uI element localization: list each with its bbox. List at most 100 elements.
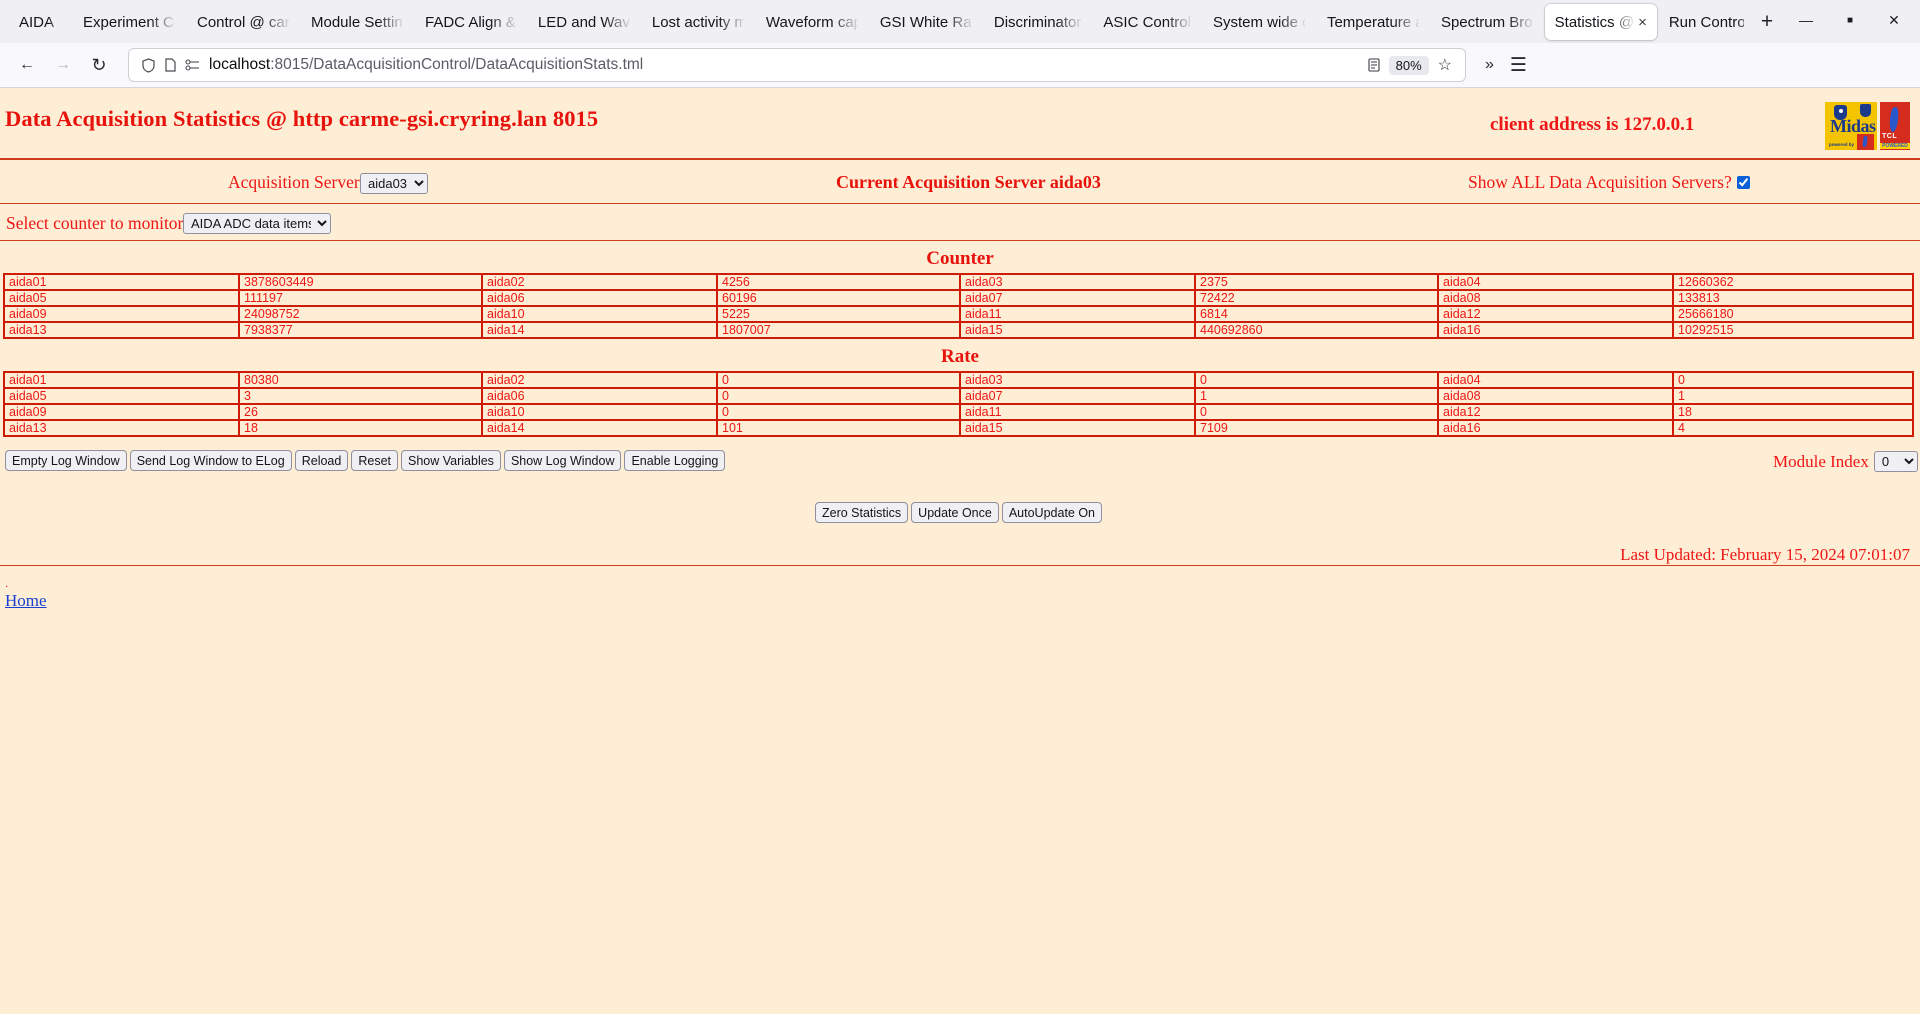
browser-tab[interactable]: ASIC Control xyxy=(1093,4,1201,40)
counter-value-cell: 0 xyxy=(716,371,961,389)
bookmark-star-icon[interactable]: ☆ xyxy=(1433,55,1457,75)
browser-tab[interactable]: System wide c xyxy=(1203,4,1315,40)
tab-label: FADC Align & xyxy=(425,13,516,31)
counter-name-cell: aida16 xyxy=(1437,419,1674,437)
browser-tab[interactable]: Lost activity m xyxy=(642,4,754,40)
browser-tab[interactable]: FADC Align & xyxy=(415,4,526,40)
button-send-log-window-to-elog[interactable]: Send Log Window to ELog xyxy=(129,450,292,471)
counter-name-cell: aida10 xyxy=(481,403,718,421)
forward-button[interactable]: → xyxy=(45,48,81,82)
browser-tab[interactable]: Discriminator xyxy=(984,4,1092,40)
browser-tab[interactable]: Control @ carm xyxy=(187,4,299,40)
button-update-once[interactable]: Update Once xyxy=(911,502,999,523)
button-enable-logging[interactable]: Enable Logging xyxy=(624,450,726,471)
counter-select[interactable]: AIDA ADC data items xyxy=(183,213,331,234)
browser-tab[interactable]: AIDA xyxy=(1,4,71,40)
counter-value-cell: 5225 xyxy=(716,305,961,323)
counter-table: aida01 3878603449 aida02 4256 aida03 2375 aida… xyxy=(3,273,1914,339)
maximize-button[interactable]: ■ xyxy=(1828,1,1872,39)
table-row: aida05 111197 aida06 60196 aida07 72422 aida08… xyxy=(3,289,1914,307)
show-all-servers-checkbox[interactable] xyxy=(1736,176,1750,189)
app-menu-button[interactable]: ☰ xyxy=(1504,54,1537,77)
tab-close-icon[interactable]: × xyxy=(1638,15,1647,30)
tcl-feather-icon xyxy=(1888,106,1900,133)
counter-name-cell: aida04 xyxy=(1437,273,1674,291)
log-buttons-group: Empty Log Window Send Log Window to ELog R… xyxy=(5,450,728,471)
back-button[interactable]: ← xyxy=(9,48,45,82)
tab-label: Lost activity m xyxy=(651,13,744,31)
browser-tab[interactable]: LED and Wave xyxy=(528,4,640,40)
browser-tab[interactable]: Spectrum Bro xyxy=(1431,4,1543,40)
counter-name-cell: aida14 xyxy=(481,321,718,339)
home-link[interactable]: Home xyxy=(5,591,47,610)
current-server-label: Current Acquisition Server aida03 xyxy=(836,172,1101,192)
action-buttons-group: Zero Statistics Update Once AutoUpdate On xyxy=(0,502,1920,523)
reader-view-icon[interactable] xyxy=(1363,58,1385,72)
page-info-icon[interactable] xyxy=(159,58,181,72)
tab-label: GSI White Rab xyxy=(879,13,972,31)
home-link-wrap: Home xyxy=(0,591,1920,611)
counter-name-cell: aida11 xyxy=(959,305,1196,323)
tab-label: AIDA xyxy=(19,13,55,31)
counter-value-cell: 7938377 xyxy=(238,321,483,339)
counter-name-cell: aida10 xyxy=(481,305,718,323)
tab-label: Control @ carm xyxy=(197,13,289,31)
browser-tab[interactable]: Temperature a xyxy=(1317,4,1429,40)
midas-logo: Midas powered by xyxy=(1825,102,1877,150)
browser-tab[interactable]: Module Setting xyxy=(301,4,413,40)
close-window-button[interactable]: ✕ xyxy=(1872,1,1916,39)
address-bar[interactable]: localhost:8015/DataAcquisitionControl/Da… xyxy=(128,48,1466,82)
button-reload[interactable]: Reload xyxy=(294,450,349,471)
acquisition-servers-select[interactable]: aida01aida02aida03aida04 xyxy=(360,173,428,194)
tab-label: System wide c xyxy=(1212,13,1305,31)
module-index-group: Module Index 0123 xyxy=(1773,451,1918,472)
counter-divider xyxy=(0,240,1920,241)
new-tab-button[interactable]: + xyxy=(1750,5,1784,39)
counter-name-cell: aida13 xyxy=(3,419,240,437)
acquisition-servers-label: Acquisition Servers xyxy=(228,172,367,192)
table-row: aida13 7938377 aida14 1807007 aida15 44069286… xyxy=(3,321,1914,339)
last-updated-text: Last Updated: February 15, 2024 07:01:07 xyxy=(1620,545,1910,564)
browser-tab[interactable]: Run Control @ xyxy=(1659,4,1744,40)
counter-value-cell: 60196 xyxy=(716,289,961,307)
button-show-variables[interactable]: Show Variables xyxy=(401,450,501,471)
counter-value-cell: 72422 xyxy=(1194,289,1439,307)
reload-button[interactable]: ↻ xyxy=(81,48,117,82)
counter-select-label: Select counter to monitor xyxy=(6,213,184,233)
table-row: aida01 80380 aida02 0 aida03 0 aida04 0 xyxy=(3,371,1914,389)
midas-powered-text: powered by xyxy=(1829,142,1855,147)
counter-name-cell: aida16 xyxy=(1437,321,1674,339)
midas-tcl-badge-icon xyxy=(1857,134,1874,150)
minimize-button[interactable]: — xyxy=(1784,1,1828,39)
module-index-select[interactable]: 0123 xyxy=(1873,451,1918,472)
overflow-menu-button[interactable]: » xyxy=(1475,56,1504,74)
counter-value-cell: 80380 xyxy=(238,371,483,389)
url-text[interactable]: localhost:8015/DataAcquisitionControl/Da… xyxy=(209,56,1363,74)
browser-tab[interactable]: GSI White Rab xyxy=(870,4,982,40)
counter-name-cell: aida09 xyxy=(3,305,240,323)
counter-name-cell: aida07 xyxy=(959,387,1196,405)
tracking-protection-icon[interactable] xyxy=(181,59,203,71)
rate-table-title: Rate xyxy=(941,346,979,367)
back-arrow-icon: ← xyxy=(19,56,35,73)
footer-dot: . xyxy=(5,576,9,590)
button-autoupdate-on[interactable]: AutoUpdate On xyxy=(1001,502,1103,523)
browser-tab[interactable]: Experiment Co xyxy=(73,4,185,40)
button-zero-statistics[interactable]: Zero Statistics xyxy=(814,502,909,523)
page-title: Data Acquisition Statistics @ http carme… xyxy=(5,106,599,131)
module-index-label: Module Index xyxy=(1773,451,1869,471)
counter-name-cell: aida12 xyxy=(1437,403,1674,421)
button-empty-log-window[interactable]: Empty Log Window xyxy=(5,450,127,471)
counter-name-cell: aida05 xyxy=(3,289,240,307)
counter-name-cell: aida08 xyxy=(1437,289,1674,307)
show-all-servers-group: Show ALL Data Acquisition Servers? xyxy=(1468,172,1750,193)
button-show-log-window[interactable]: Show Log Window xyxy=(503,450,622,471)
browser-tab[interactable]: Waveform cap xyxy=(756,4,868,40)
tab-label: Discriminator xyxy=(993,13,1082,31)
zoom-level-indicator[interactable]: 80% xyxy=(1388,55,1429,75)
browser-tab[interactable]: Statistics @ × xyxy=(1544,4,1657,40)
acquisition-servers-select-wrap: aida01aida02aida03aida04 xyxy=(360,173,428,194)
counter-name-cell: aida09 xyxy=(3,403,240,421)
button-reset[interactable]: Reset xyxy=(351,450,398,471)
counter-value-cell: 4 xyxy=(1672,419,1914,437)
